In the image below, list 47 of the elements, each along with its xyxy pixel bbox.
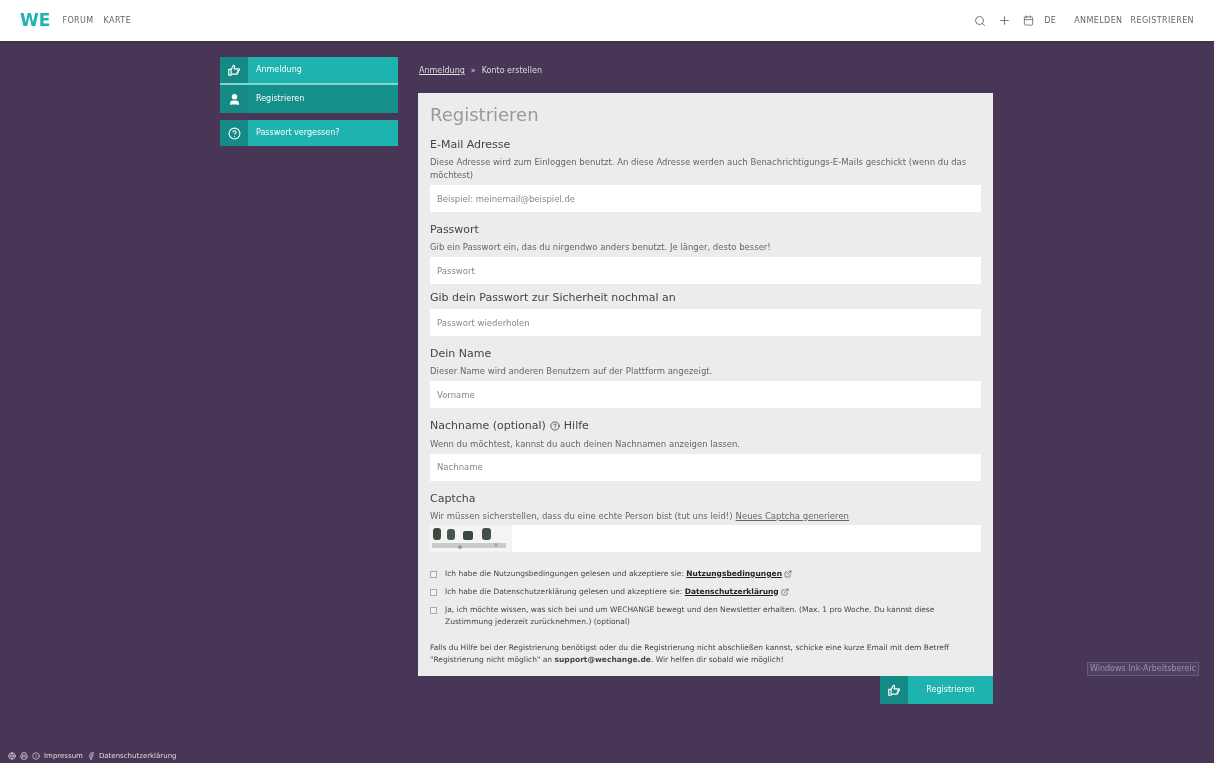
pointing-hand-icon — [227, 63, 241, 77]
nav-link[interactable]: REGISTRIEREN — [1130, 14, 1194, 27]
input-field[interactable]: Beispiel: meinemail@beispiel.de — [430, 185, 981, 212]
field-hint: Gib ein Passwort ein, das du nirgendwo anders benutzt. Je länger, desto besser! — [430, 241, 772, 254]
captcha-field[interactable] — [430, 524, 981, 552]
checkbox[interactable] — [430, 570, 437, 578]
field-label: Dein Name — [430, 346, 492, 362]
sidebar-item[interactable]: Registrieren — [220, 85, 398, 113]
globe-icon[interactable] — [8, 752, 16, 760]
nav-link[interactable]: FORUM — [62, 14, 94, 27]
input-field[interactable]: Passwort wiederholen — [430, 309, 981, 336]
calendar-icon[interactable] — [1023, 15, 1035, 26]
breadcrumb-current: Konto erstellen — [481, 65, 542, 77]
input-field[interactable]: Nachname — [430, 453, 981, 481]
breadcrumb-separator: » — [470, 65, 476, 77]
nav-link[interactable]: ANMELDEN — [1074, 14, 1123, 27]
checkbox[interactable] — [430, 606, 437, 614]
plus-icon[interactable] — [998, 14, 1012, 27]
language-link[interactable]: DE — [1044, 14, 1057, 27]
form-title: Registrieren — [430, 103, 540, 127]
user-icon — [227, 92, 241, 106]
field-hint: Diese Adresse wird zum Einloggen benutzt. An diese Adresse werden auch Benachrichtigungs-E-Mails geschickt (wenn du das möchtest) — [430, 156, 968, 182]
printer-icon[interactable] — [20, 752, 28, 760]
info-icon[interactable] — [32, 752, 40, 760]
input-field[interactable]: Passwort — [430, 257, 981, 284]
input-field[interactable]: Vorname — [430, 381, 981, 408]
help-link[interactable]: Hilfe — [563, 418, 589, 435]
help-icon — [227, 126, 241, 140]
captcha-link[interactable]: Neues Captcha generieren — [735, 509, 849, 523]
field-label: Nachname (optional) — [430, 418, 546, 435]
pointing-hand-icon — [887, 682, 901, 697]
checkbox[interactable] — [430, 588, 437, 596]
search-icon[interactable] — [974, 14, 987, 27]
tooltip: Windows Ink-Arbeitsbereic — [1087, 662, 1199, 676]
breadcrumb-link[interactable]: Anmeldung — [419, 65, 465, 77]
help-icon — [549, 421, 560, 432]
field-label: E-Mail Adresse — [430, 137, 511, 153]
field-hint: Wenn du möchtest, kannst du auch deinen Nachnamen anzeigen lassen. — [430, 437, 742, 451]
field-hint: Dieser Name wird anderen Benutzern auf der Plattform angezeigt. — [430, 365, 714, 378]
nav-link[interactable]: KARTE — [103, 14, 132, 27]
facebook-icon[interactable] — [86, 752, 95, 760]
field-hint: Wir müssen sicherstellen, dass du eine echte Person bist (tut uns leid!) — [430, 509, 733, 523]
external-link-icon — [780, 587, 789, 596]
field-label: Captcha — [430, 490, 477, 507]
field-label: Passwort — [430, 222, 479, 238]
external-link-icon — [783, 569, 792, 578]
field-label: Gib dein Passwort zur Sicherheit nochmal an — [430, 290, 676, 306]
